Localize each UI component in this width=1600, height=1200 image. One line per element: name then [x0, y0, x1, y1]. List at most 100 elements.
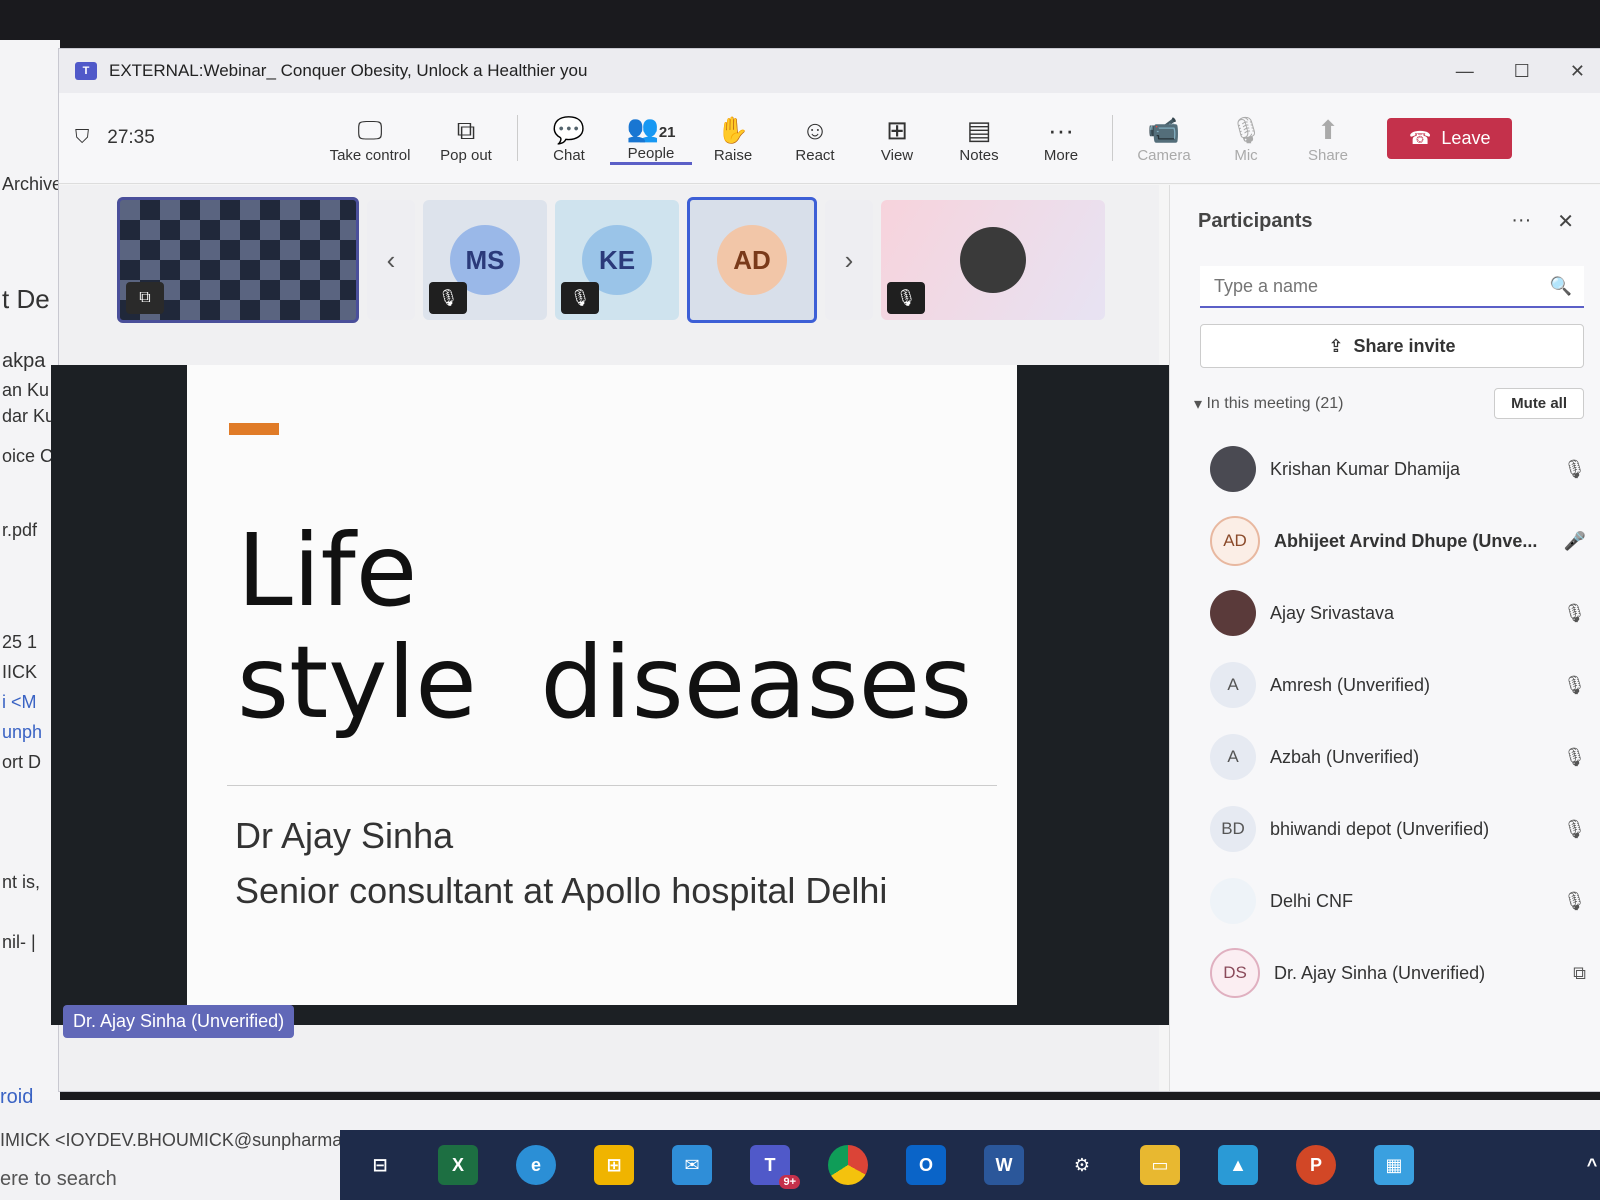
- raise-hand-icon: ✋: [716, 114, 750, 145]
- participant-row[interactable]: Delhi CNF 🎙: [1170, 865, 1600, 937]
- chevron-left-icon: ‹: [386, 244, 396, 275]
- mic-off-icon: 🎙: [887, 282, 925, 314]
- pop-out-button[interactable]: ⧉ Pop out: [425, 113, 507, 164]
- bg-fragment: nt is,: [2, 872, 41, 892]
- title-bar: T EXTERNAL:Webinar_ Conquer Obesity, Unl…: [59, 49, 1600, 93]
- excel-icon[interactable]: X: [438, 1145, 478, 1185]
- mic-button[interactable]: 🎙 Mic: [1205, 113, 1287, 164]
- notes-icon: ▤: [966, 114, 992, 145]
- more-options-icon[interactable]: ···: [1511, 209, 1531, 234]
- teams-icon[interactable]: T 9+: [750, 1145, 800, 1189]
- avatar: A: [1210, 734, 1256, 780]
- participant-row[interactable]: A Azbah (Unverified) 🎙: [1170, 721, 1600, 793]
- participant-row[interactable]: Ajay Srivastava 🎙: [1170, 577, 1600, 649]
- camera-button[interactable]: 📹 Camera: [1123, 113, 1205, 164]
- participant-tile-ms[interactable]: MS 🎙: [423, 200, 547, 320]
- maximize-icon[interactable]: ☐: [1514, 61, 1530, 82]
- outlook-icon[interactable]: O: [906, 1145, 946, 1185]
- chevron-right-icon: ›: [844, 244, 854, 275]
- slide-subtitle: Dr Ajay Sinha: [235, 815, 454, 856]
- meeting-timer: 27:35: [107, 127, 155, 148]
- take-control-button[interactable]: 🖵 Take control: [315, 113, 425, 164]
- chat-button[interactable]: 💬 Chat: [528, 113, 610, 164]
- bg-fragment: unph: [2, 722, 43, 742]
- camera-off-icon: 📹: [1147, 114, 1181, 145]
- in-meeting-count[interactable]: In this meeting (21): [1206, 395, 1343, 413]
- mic-off-icon: 🎙: [1563, 818, 1586, 839]
- leave-button[interactable]: ☎ Leave: [1387, 117, 1513, 159]
- mic-off-icon: 🎙: [561, 282, 599, 314]
- slide-subtitle: Senior consultant at Apollo hospital Del…: [235, 870, 888, 911]
- tiles-prev-button[interactable]: ‹: [367, 200, 415, 320]
- avatar: DS: [1210, 948, 1260, 998]
- react-button[interactable]: ☺ React: [774, 113, 856, 164]
- participant-row[interactable]: BD bhiwandi depot (Unverified) 🎙: [1170, 793, 1600, 865]
- people-button[interactable]: 👥21 People: [610, 111, 692, 165]
- bg-email: IMICK <IOYDEV.BHOUMICK@sunpharma.com>: [0, 1130, 392, 1150]
- bg-fragment: dar Ku: [2, 406, 56, 426]
- word-icon[interactable]: W: [984, 1145, 1024, 1185]
- share-button[interactable]: ⬆ Share: [1287, 113, 1369, 164]
- phone-hangup-icon: ☎: [1409, 127, 1432, 148]
- bg-fragment: r.pdf: [2, 520, 38, 540]
- teams-logo-icon: T: [75, 62, 97, 80]
- participant-row[interactable]: DS Dr. Ajay Sinha (Unverified) ⧉: [1170, 937, 1600, 1009]
- taskbar-search[interactable]: ere to search: [0, 1168, 117, 1191]
- mic-off-icon: 🎙: [429, 282, 467, 314]
- mail-icon[interactable]: ✉: [672, 1145, 712, 1185]
- avatar: [1210, 590, 1256, 636]
- more-button[interactable]: ··· More: [1020, 113, 1102, 164]
- grid-icon: ⊞: [886, 114, 908, 145]
- avatar: BD: [1210, 806, 1256, 852]
- participant-list: Krishan Kumar Dhamija 🎙 AD Abhijeet Arvi…: [1170, 433, 1600, 1009]
- participant-tile-ke[interactable]: KE 🎙: [555, 200, 679, 320]
- people-icon: 👥: [626, 113, 659, 143]
- close-panel-icon[interactable]: ✕: [1557, 209, 1574, 234]
- participant-row[interactable]: A Amresh (Unverified) 🎙: [1170, 649, 1600, 721]
- presentation-slide: Life style diseases Dr Ajay Sinha Senior…: [187, 365, 1017, 1005]
- collapse-triangle-icon[interactable]: ▾: [1194, 394, 1206, 414]
- bg-link[interactable]: roid: [0, 1086, 33, 1109]
- bg-fragment: t De: [2, 284, 50, 314]
- smiley-icon: ☺: [801, 114, 829, 145]
- mute-all-button[interactable]: Mute all: [1494, 388, 1584, 419]
- take-control-icon: 🖵: [357, 114, 383, 145]
- close-icon[interactable]: ✕: [1570, 61, 1585, 82]
- bg-fragment: oice C: [2, 446, 54, 466]
- mic-off-icon: 🎙: [1229, 114, 1263, 145]
- slide-title: Life style diseases: [237, 512, 973, 741]
- powerpoint-icon[interactable]: P: [1296, 1145, 1336, 1185]
- file-explorer-icon[interactable]: ▭: [1140, 1145, 1180, 1185]
- participant-tile-photo[interactable]: 🎙: [881, 200, 1105, 320]
- photos-icon[interactable]: ▲: [1218, 1145, 1258, 1185]
- settings-icon[interactable]: ⚙: [1062, 1145, 1102, 1185]
- bg-fragment: ort D: [2, 752, 42, 772]
- bg-fragment: Archive: [2, 174, 63, 194]
- store-icon[interactable]: ⊞: [594, 1145, 634, 1185]
- task-view-icon[interactable]: ⊟: [360, 1145, 400, 1185]
- bg-fragment: IICK: [2, 662, 38, 682]
- participant-row[interactable]: AD Abhijeet Arvind Dhupe (Unve... 🎤: [1170, 505, 1600, 577]
- app-icon[interactable]: ▦: [1374, 1145, 1414, 1185]
- tiles-next-button[interactable]: ›: [825, 200, 873, 320]
- mic-off-icon: 🎙: [1563, 458, 1586, 479]
- video-tile[interactable]: ⧉: [117, 197, 359, 323]
- participant-tile-ad[interactable]: AD: [687, 197, 817, 323]
- chevron-up-icon[interactable]: ^: [1572, 1145, 1600, 1185]
- view-button[interactable]: ⊞ View: [856, 113, 938, 164]
- participant-search[interactable]: 🔍: [1200, 266, 1584, 308]
- search-input[interactable]: [1212, 274, 1550, 298]
- raise-hand-button[interactable]: ✋ Raise: [692, 113, 774, 164]
- participant-row[interactable]: Krishan Kumar Dhamija 🎙: [1170, 433, 1600, 505]
- chat-icon: 💬: [552, 114, 586, 145]
- minimize-icon[interactable]: —: [1456, 61, 1474, 82]
- avatar: [1210, 446, 1256, 492]
- teams-meeting-window: T EXTERNAL:Webinar_ Conquer Obesity, Unl…: [51, 48, 1600, 1092]
- share-icon: ⇪: [1328, 335, 1344, 356]
- share-invite-button[interactable]: ⇪ Share invite: [1200, 324, 1584, 368]
- mic-off-icon: 🎙: [1563, 602, 1586, 623]
- avatar: A: [1210, 662, 1256, 708]
- notes-button[interactable]: ▤ Notes: [938, 113, 1020, 164]
- edge-icon[interactable]: e: [516, 1145, 556, 1185]
- chrome-icon[interactable]: [828, 1145, 868, 1185]
